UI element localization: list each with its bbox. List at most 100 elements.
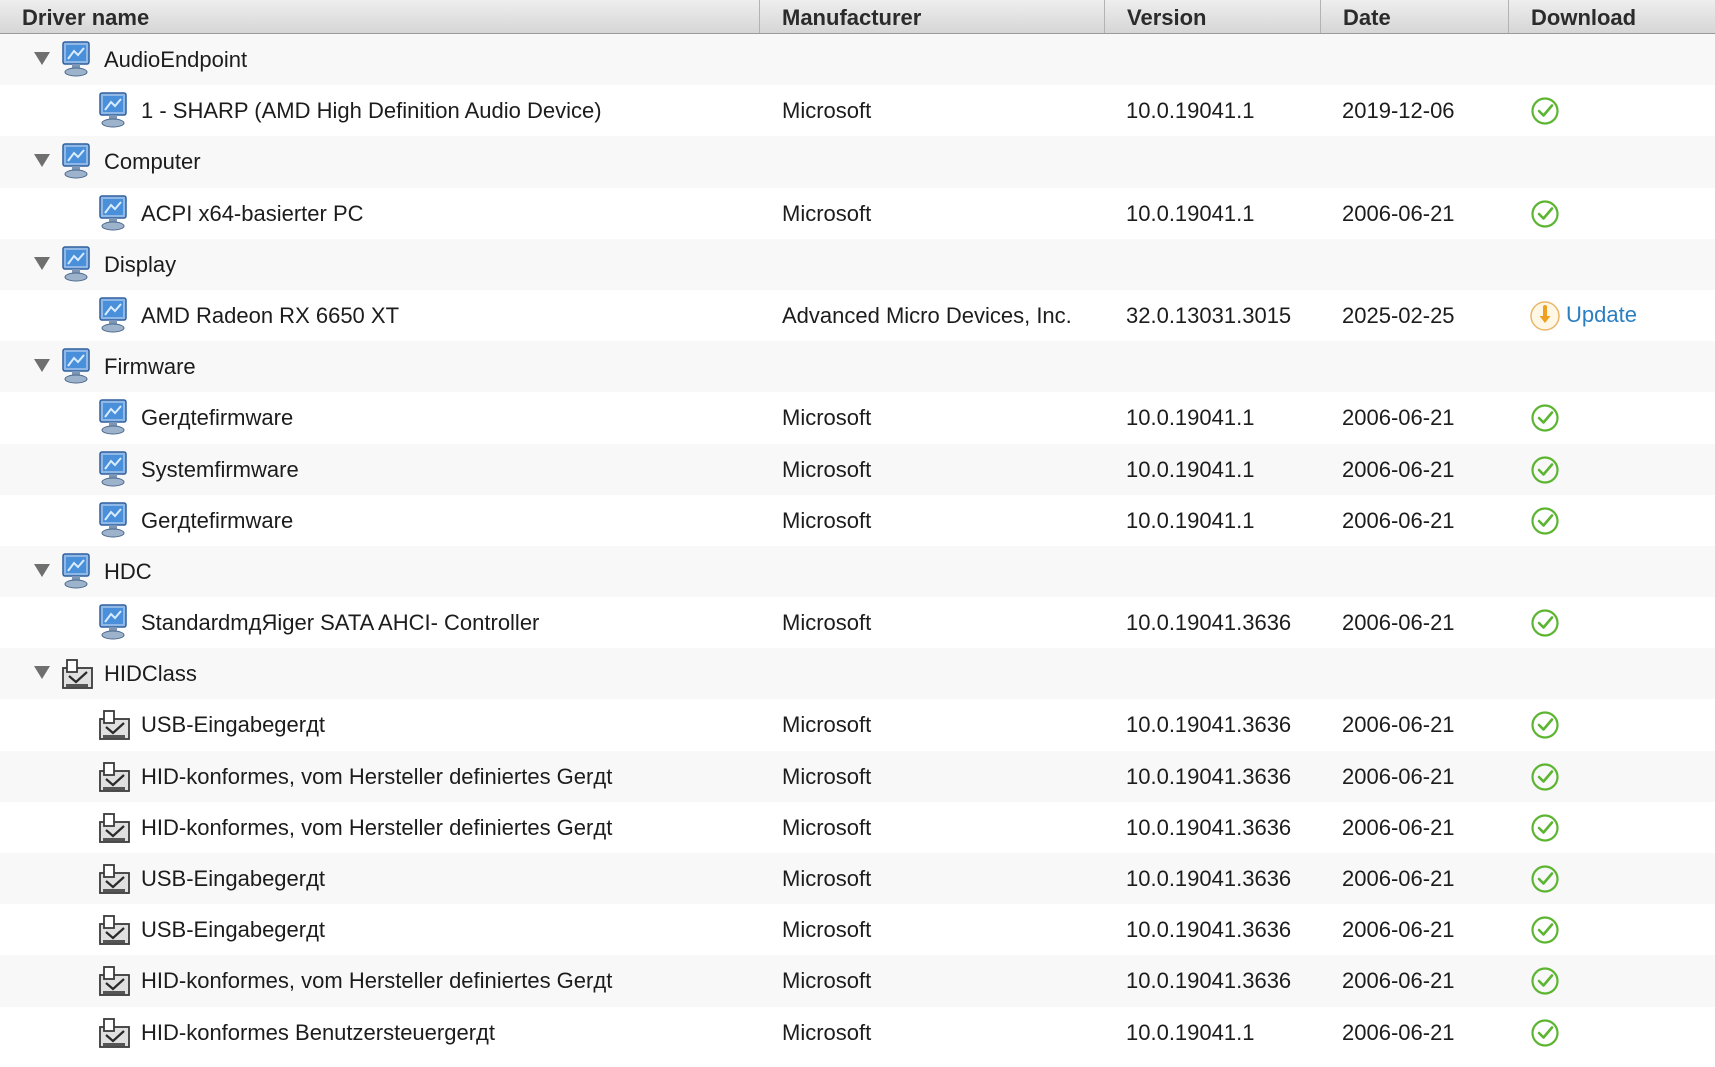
driver-name: StandardmдЯiger SATA AHCI- Controller — [141, 610, 540, 636]
column-header-download[interactable]: Download — [1509, 0, 1715, 33]
expand-collapse-arrow-icon[interactable] — [34, 256, 50, 270]
table-row[interactable]: USB-Eingabegerдt Microsoft 10.0.19041.3636… — [0, 699, 1715, 750]
table-row[interactable]: AMD Radeon RX 6650 XT Advanced Micro Devi… — [0, 290, 1715, 341]
expand-collapse-arrow-icon[interactable] — [34, 359, 50, 373]
driver-name: Systemfirmware — [141, 456, 299, 482]
hid-device-icon — [97, 961, 131, 999]
table-row[interactable]: Gerдtefirmware Microsoft 10.0.19041.1 2006-… — [0, 392, 1715, 443]
table-row[interactable]: Gerдtefirmware Microsoft 10.0.19041.1 2006-… — [0, 495, 1715, 546]
driver-name: HID-konformes Benutzersteuergerдt — [141, 1019, 495, 1045]
driver-list-view: Driver name Manufacturer Version Date Do… — [0, 0, 1715, 1067]
monitor-icon — [97, 450, 131, 488]
table-row[interactable]: StandardmдЯiger SATA AHCI- Controller Mic… — [0, 597, 1715, 648]
version-cell: 10.0.19041.3636 — [1126, 866, 1292, 891]
column-header-manufacturer[interactable]: Manufacturer — [760, 0, 1105, 33]
manufacturer-cell: Microsoft — [782, 610, 872, 636]
monitor-icon — [97, 501, 131, 539]
monitor-icon — [97, 296, 131, 334]
manufacturer-cell: Microsoft — [782, 507, 872, 533]
tree-group-row[interactable]: HIDClass — [0, 648, 1715, 700]
monitor-icon — [60, 245, 94, 283]
table-row[interactable]: HID-konformes, vom Hersteller definierte… — [0, 802, 1715, 853]
date-cell: 2006-06-21 — [1342, 405, 1455, 431]
driver-name: HID-konformes, vom Hersteller definierte… — [141, 814, 613, 840]
up-to-date-check-icon — [1530, 915, 1560, 945]
hid-device-icon — [97, 705, 131, 743]
driver-name: HID-konformes, vom Hersteller definierte… — [141, 968, 613, 994]
driver-name: Gerдtefirmware — [141, 405, 294, 431]
tree-group-row[interactable]: Display — [0, 238, 1715, 290]
download-update-icon[interactable] — [1529, 300, 1561, 332]
manufacturer-cell: Microsoft — [782, 917, 872, 943]
driver-name: Gerдtefirmware — [141, 507, 294, 533]
update-link[interactable]: Update — [1566, 290, 1637, 341]
driver-name: AMD Radeon RX 6650 XT — [141, 302, 400, 328]
tree-group-row[interactable]: Firmware — [0, 341, 1715, 393]
version-cell: 10.0.19041.1 — [1126, 405, 1255, 431]
date-cell: 2006-06-21 — [1342, 712, 1455, 738]
date-cell: 2006-06-21 — [1342, 507, 1455, 533]
table-row[interactable]: ACPI x64-basierter PC Microsoft 10.0.19041… — [0, 188, 1715, 239]
date-cell: 2006-06-21 — [1342, 200, 1455, 226]
monitor-icon — [97, 91, 131, 129]
up-to-date-check-icon — [1530, 96, 1560, 126]
monitor-icon — [97, 398, 131, 436]
driver-name: USB-Eingabegerдt — [141, 866, 326, 891]
monitor-icon — [97, 194, 131, 232]
hid-device-icon — [97, 757, 131, 795]
table-row[interactable]: Systemfirmware Microsoft 10.0.19041.1 2006-… — [0, 443, 1715, 495]
version-cell: 10.0.19041.1 — [1126, 456, 1255, 482]
monitor-icon — [60, 347, 94, 385]
up-to-date-check-icon — [1530, 403, 1560, 433]
version-cell: 10.0.19041.1 — [1126, 98, 1255, 124]
hid-device-icon — [97, 1013, 131, 1051]
monitor-icon — [60, 142, 94, 180]
tree-group-row[interactable]: HDC — [0, 545, 1715, 598]
up-to-date-check-icon — [1530, 455, 1560, 485]
version-cell: 32.0.13031.3015 — [1126, 302, 1292, 328]
manufacturer-cell: Advanced Micro Devices, Inc. — [782, 302, 1072, 328]
table-row[interactable]: 1 - SHARP (AMD High Definition Audio Dev… — [0, 85, 1715, 136]
up-to-date-check-icon — [1530, 199, 1560, 229]
group-name: Computer — [104, 149, 201, 175]
column-header-version[interactable]: Version — [1105, 0, 1321, 33]
driver-name: 1 - SHARP (AMD High Definition Audio Dev… — [141, 98, 602, 124]
version-cell: 10.0.19041.3636 — [1126, 917, 1292, 943]
expand-collapse-arrow-icon[interactable] — [34, 154, 50, 168]
manufacturer-cell: Microsoft — [782, 763, 872, 789]
driver-table-body: AudioEndpoint 1 - SHARP (AMD High Definit… — [0, 34, 1715, 1058]
version-cell: 10.0.19041.3636 — [1126, 763, 1292, 789]
expand-collapse-arrow-icon[interactable] — [34, 666, 50, 680]
driver-name: USB-Eingabegerдt — [141, 917, 326, 943]
tree-group-row[interactable]: AudioEndpoint — [0, 34, 1715, 86]
table-row[interactable]: HID-konformes Benutzersteuergerдt Microso… — [0, 1007, 1715, 1058]
date-cell: 2019-12-06 — [1342, 98, 1455, 124]
table-row[interactable]: USB-Eingabegerдt Microsoft 10.0.19041.3636… — [0, 853, 1715, 905]
table-row[interactable]: HID-konformes, vom Hersteller definierte… — [0, 750, 1715, 802]
column-header-date[interactable]: Date — [1321, 0, 1509, 33]
date-cell: 2006-06-21 — [1342, 456, 1455, 482]
group-name: Display — [104, 251, 177, 277]
date-cell: 2006-06-21 — [1342, 917, 1455, 943]
up-to-date-check-icon — [1530, 813, 1560, 843]
driver-name: USB-Eingabegerдt — [141, 712, 326, 738]
up-to-date-check-icon — [1530, 506, 1560, 536]
table-header: Driver name Manufacturer Version Date Do… — [0, 0, 1715, 34]
group-name: HIDClass — [104, 661, 197, 687]
manufacturer-cell: Microsoft — [782, 98, 872, 124]
up-to-date-check-icon — [1530, 966, 1560, 996]
driver-name: ACPI x64-basierter PC — [141, 200, 364, 226]
expand-collapse-arrow-icon[interactable] — [34, 563, 50, 577]
manufacturer-cell: Microsoft — [782, 200, 872, 226]
tree-group-row[interactable]: Computer — [0, 136, 1715, 188]
date-cell: 2006-06-21 — [1342, 763, 1455, 789]
hid-device-icon — [97, 859, 131, 897]
table-row[interactable]: USB-Eingabegerдt Microsoft 10.0.19041.3636… — [0, 904, 1715, 955]
expand-collapse-arrow-icon[interactable] — [34, 52, 50, 65]
table-row[interactable]: HID-konformes, vom Hersteller definierte… — [0, 955, 1715, 1007]
version-cell: 10.0.19041.3636 — [1126, 610, 1292, 636]
version-cell: 10.0.19041.1 — [1126, 507, 1255, 533]
group-name: Firmware — [104, 354, 196, 380]
column-header-driver-name[interactable]: Driver name — [0, 0, 760, 33]
date-cell: 2006-06-21 — [1342, 1019, 1455, 1045]
